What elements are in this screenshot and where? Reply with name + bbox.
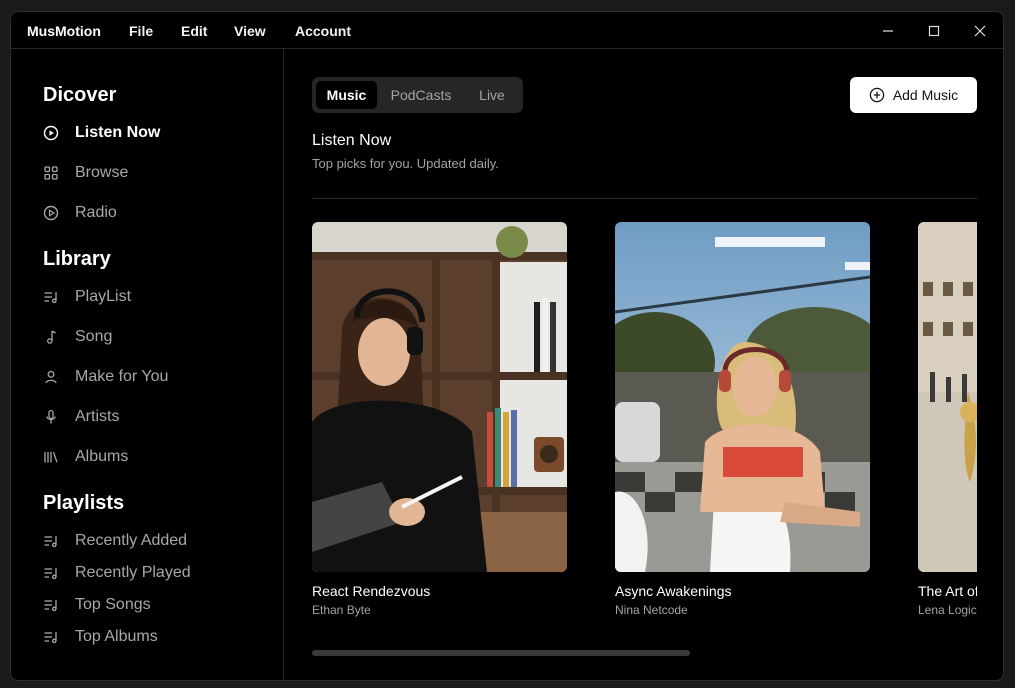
sidebar-item-label: Listen Now [75, 124, 161, 141]
add-music-button[interactable]: Add Music [850, 77, 977, 113]
music-note-icon [43, 329, 59, 345]
maximize-icon[interactable] [924, 21, 944, 41]
sidebar-item-radio[interactable]: Radio [43, 202, 117, 224]
album-art-image[interactable] [918, 222, 977, 572]
playlist-icon [43, 597, 59, 613]
page-subtitle: Top picks for you. Updated daily. [312, 156, 499, 171]
radio-icon [43, 205, 59, 221]
sidebar-item-label: Song [75, 328, 113, 345]
sidebar-item-label: Recently Played [75, 564, 191, 581]
sidebar-item-label: Top Songs [75, 596, 151, 613]
tab-podcasts[interactable]: PodCasts [377, 81, 465, 109]
sidebar-item-browse[interactable]: Browse [43, 162, 128, 184]
album-card[interactable]: The Art of Reusability Lena Logic [918, 222, 977, 617]
add-music-label: Add Music [892, 87, 959, 103]
album-artist: Ethan Byte [312, 603, 371, 617]
sidebar-item-top-albums[interactable]: Top Albums [43, 626, 158, 648]
plus-circle-icon [869, 87, 885, 103]
album-artist: Lena Logic [918, 603, 977, 617]
album-artist: Nina Netcode [615, 603, 688, 617]
app-name: MusMotion [27, 23, 101, 39]
album-title: React Rendezvous [312, 583, 431, 599]
sidebar-item-listen-now[interactable]: Listen Now [43, 122, 160, 144]
tab-live[interactable]: Live [465, 81, 519, 109]
playlist-icon [43, 629, 59, 645]
sidebar-item-label: Recently Added [75, 532, 188, 549]
page-title: Listen Now [312, 132, 392, 149]
section-title-library: Library [43, 248, 111, 270]
tab-music[interactable]: Music [316, 81, 377, 109]
close-icon[interactable] [970, 21, 990, 41]
sidebar-item-label: Artists [75, 408, 120, 425]
main-content: Music PodCasts Live Add Music Listen Now… [285, 49, 1003, 680]
sidebar: Dicover Listen Now Browse Radio Library [11, 49, 284, 680]
sidebar-item-label: Top Albums [75, 628, 158, 645]
divider [312, 198, 977, 199]
album-card[interactable]: React Rendezvous Ethan Byte [312, 222, 567, 617]
user-icon [43, 369, 59, 385]
playlist-icon [43, 533, 59, 549]
sidebar-item-label: Albums [75, 448, 129, 465]
sidebar-item-make-for-you[interactable]: Make for You [43, 366, 168, 388]
horizontal-scrollbar[interactable] [312, 650, 977, 656]
menu-file[interactable]: File [129, 23, 153, 39]
sidebar-item-label: PlayList [75, 288, 132, 305]
sidebar-item-label: Make for You [75, 368, 169, 385]
sidebar-item-top-songs[interactable]: Top Songs [43, 594, 151, 616]
section-title-discover: Dicover [43, 84, 117, 106]
app-window: MusMotion File Edit View Account Dicover… [10, 11, 1004, 681]
album-title: Async Awakenings [615, 583, 732, 599]
sidebar-item-label: Radio [75, 204, 117, 221]
library-icon [43, 449, 59, 465]
sidebar-item-recently-added[interactable]: Recently Added [43, 530, 187, 552]
album-carousel: React Rendezvous Ethan Byte Async Awaken… [312, 222, 977, 622]
play-circle-icon [43, 125, 59, 141]
section-title-playlists: Playlists [43, 492, 125, 514]
sidebar-item-recently-played[interactable]: Recently Played [43, 562, 191, 584]
album-card[interactable]: Async Awakenings Nina Netcode [615, 222, 870, 617]
microphone-icon [43, 409, 59, 425]
scrollbar-thumb[interactable] [312, 650, 690, 656]
menu-account[interactable]: Account [295, 23, 351, 39]
sidebar-item-artists[interactable]: Artists [43, 406, 119, 428]
menu-view[interactable]: View [234, 23, 266, 39]
grid-icon [43, 165, 59, 181]
album-title: The Art of Reusability [918, 583, 977, 599]
sidebar-item-playlist[interactable]: PlayList [43, 286, 131, 308]
album-art-image[interactable] [312, 222, 567, 572]
menu-edit[interactable]: Edit [181, 23, 207, 39]
tab-group: Music PodCasts Live [312, 77, 523, 113]
sidebar-item-song[interactable]: Song [43, 326, 112, 348]
playlist-icon [43, 565, 59, 581]
sidebar-item-albums[interactable]: Albums [43, 446, 128, 468]
sidebar-item-label: Browse [75, 164, 129, 181]
title-bar: MusMotion File Edit View Account [11, 12, 1003, 49]
playlist-icon [43, 289, 59, 305]
minimize-icon[interactable] [878, 21, 898, 41]
album-art-image[interactable] [615, 222, 870, 572]
